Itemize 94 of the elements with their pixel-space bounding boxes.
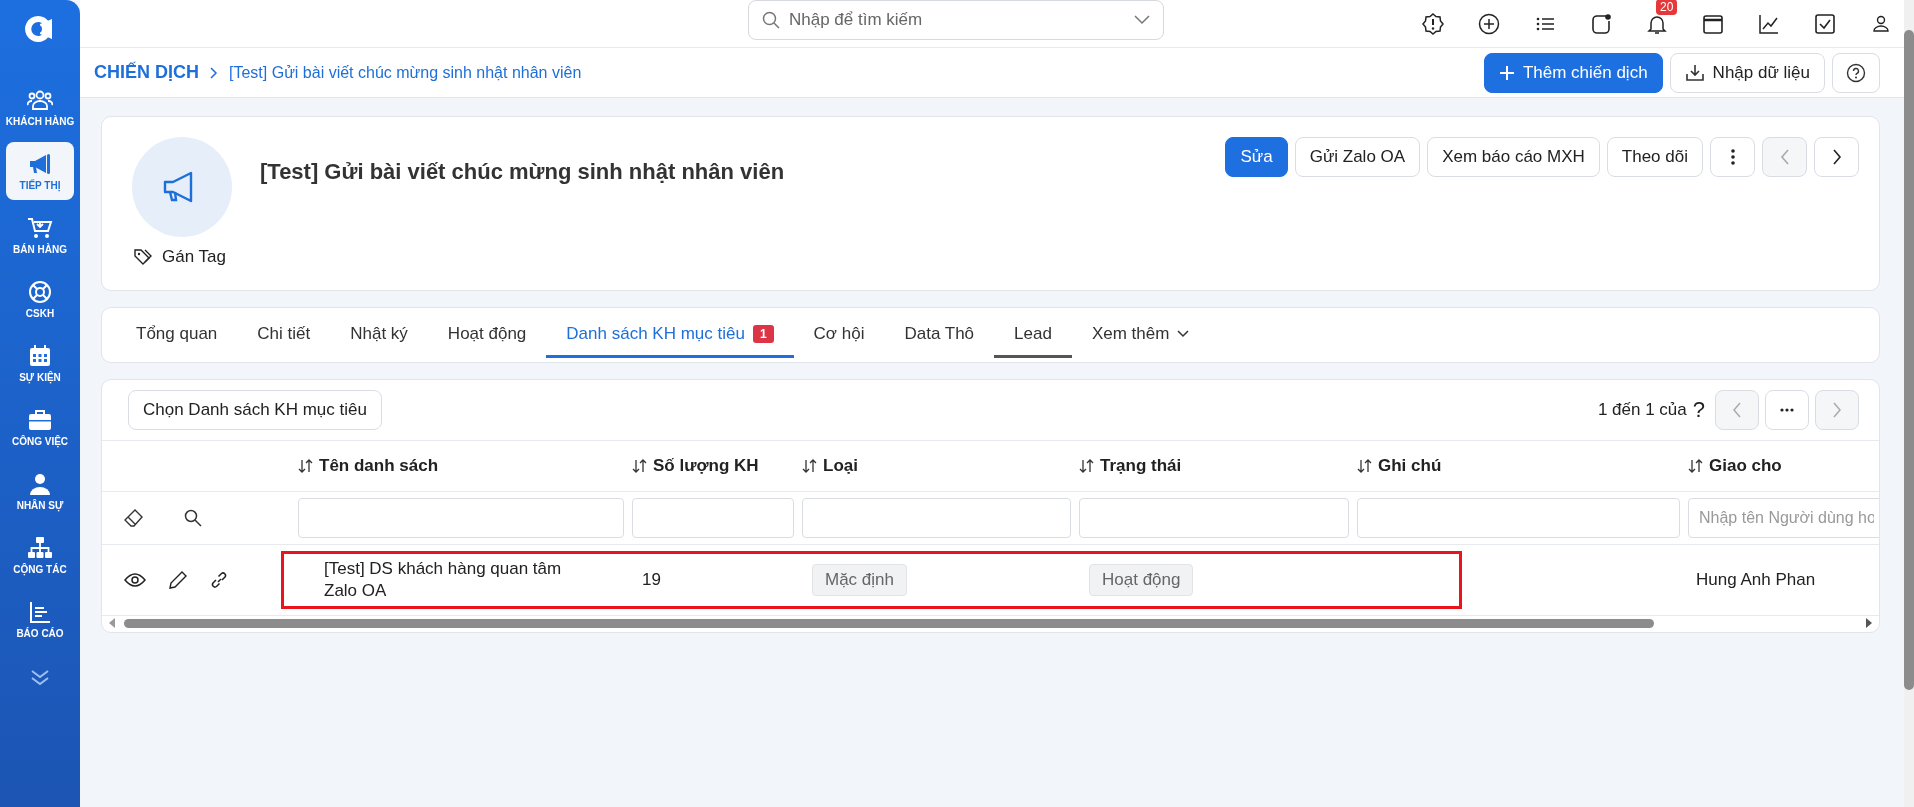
column-header: Tên danh sách bbox=[319, 456, 439, 476]
search-field[interactable]: Nhập để tìm kiếm bbox=[748, 0, 1164, 40]
sort-icon[interactable] bbox=[632, 458, 648, 474]
breadcrumb-link[interactable]: CHIẾN DỊCH bbox=[94, 62, 199, 83]
tab[interactable]: Danh sách KH mục tiêu 1 bbox=[546, 312, 794, 358]
table-cell-text: Hung Anh Phan bbox=[1695, 570, 1816, 590]
chevron-right-icon bbox=[1832, 402, 1842, 418]
campaign-title: [Test] Gửi bài viết chúc mừng sinh nhật nhân viên bbox=[260, 159, 785, 186]
total-count: ? bbox=[1692, 397, 1705, 423]
calendar-icon bbox=[27, 343, 53, 368]
tab[interactable]: Nhật ký bbox=[330, 312, 428, 358]
org-chart-icon bbox=[27, 535, 53, 560]
breadcrumb-current[interactable]: [Test] Gửi bài viết chúc mừng sinh nhật nhân viên bbox=[229, 63, 582, 82]
eraser-icon[interactable] bbox=[124, 508, 144, 528]
filter-field[interactable] bbox=[298, 498, 624, 538]
help-button[interactable] bbox=[1832, 52, 1880, 93]
sort-icon[interactable] bbox=[1357, 458, 1373, 474]
tab[interactable]: Lead bbox=[994, 312, 1072, 358]
chevron-right-icon bbox=[1831, 149, 1842, 165]
table-cell-text: [Test] DS khách hàng quan tâm Zalo OA bbox=[323, 557, 563, 602]
megaphone-icon bbox=[27, 151, 53, 176]
tab[interactable]: Cơ hội bbox=[793, 312, 885, 358]
sidebar-item[interactable]: KHÁCH HÀNG bbox=[6, 78, 74, 136]
page-range: 1 đến 1 của bbox=[1597, 400, 1687, 420]
count-badge: 1 bbox=[752, 324, 774, 343]
calendar-icon[interactable] bbox=[1702, 12, 1724, 35]
sidebar-item[interactable]: NHÂN SỰ bbox=[6, 462, 74, 520]
import-button[interactable]: Nhập dữ liệu bbox=[1669, 52, 1825, 93]
notification-badge: 20 bbox=[1656, 0, 1678, 15]
chevron-right-icon bbox=[209, 66, 219, 79]
alert-icon[interactable] bbox=[1422, 12, 1444, 35]
sidebar-item[interactable]: BÁO CÁO bbox=[6, 590, 74, 648]
tag-icon bbox=[134, 248, 152, 266]
lifebuoy-icon bbox=[27, 279, 53, 304]
kebab-icon bbox=[1730, 149, 1735, 165]
sidebar-item[interactable]: SỰ KIỆN bbox=[6, 334, 74, 392]
filter-field[interactable] bbox=[1357, 498, 1680, 538]
table-cell-text: 19 bbox=[641, 570, 661, 590]
filter-field[interactable] bbox=[802, 498, 1071, 538]
column-header: Trạng thái bbox=[1100, 456, 1182, 476]
tab[interactable]: Chi tiết bbox=[237, 312, 331, 358]
add-icon[interactable] bbox=[1478, 12, 1500, 35]
link-icon[interactable] bbox=[210, 571, 228, 589]
chevron-down-icon bbox=[1134, 14, 1150, 25]
pencil-icon[interactable] bbox=[168, 570, 188, 590]
sidebar-item[interactable]: BÁN HÀNG bbox=[6, 206, 74, 264]
sort-icon[interactable] bbox=[1688, 458, 1704, 474]
bar-chart-icon bbox=[27, 599, 53, 624]
download-icon bbox=[1684, 63, 1705, 82]
plus-icon bbox=[1498, 64, 1515, 81]
scroll-right-icon[interactable] bbox=[1865, 618, 1873, 628]
cart-icon bbox=[27, 215, 53, 240]
eye-icon[interactable] bbox=[124, 572, 146, 588]
filter-field[interactable] bbox=[1079, 498, 1349, 538]
sidebar-item[interactable]: CÔNG VIỆC bbox=[6, 398, 74, 456]
column-header: Ghi chú bbox=[1378, 456, 1442, 476]
chevron-left-icon bbox=[1779, 149, 1790, 165]
sidebar-item[interactable]: CSKH bbox=[6, 270, 74, 328]
column-header: Giao cho bbox=[1709, 456, 1782, 476]
tab[interactable]: Data Thô bbox=[884, 312, 995, 358]
sidebar-item[interactable]: CỘNG TÁC bbox=[6, 526, 74, 584]
chevron-left-icon bbox=[1732, 402, 1742, 418]
more-tab[interactable]: Xem thêm bbox=[1071, 312, 1210, 358]
help-icon bbox=[1846, 62, 1866, 83]
filter-field[interactable] bbox=[632, 498, 794, 538]
column-header: Số lượng KH bbox=[653, 456, 759, 476]
action-button[interactable]: Gửi Zalo OA bbox=[1294, 137, 1421, 177]
search-icon bbox=[762, 10, 780, 29]
action-button[interactable]: Sửa bbox=[1225, 137, 1288, 177]
type-tag: Mặc định bbox=[812, 564, 907, 596]
scroll-left-icon[interactable] bbox=[108, 618, 116, 628]
vertical-scrollbar[interactable] bbox=[1904, 0, 1914, 807]
sort-icon[interactable] bbox=[1079, 458, 1095, 474]
status-tag: Hoạt động bbox=[1089, 564, 1194, 596]
tab[interactable]: Tổng quan bbox=[116, 312, 238, 358]
action-button[interactable]: Theo dõi bbox=[1606, 137, 1703, 177]
chat-icon[interactable] bbox=[1590, 12, 1612, 35]
sidebar-item[interactable]: TIẾP THỊ bbox=[6, 142, 74, 200]
tab[interactable]: Hoạt động bbox=[427, 312, 547, 358]
double-chevron-icon[interactable] bbox=[29, 668, 51, 686]
person-icon bbox=[27, 471, 53, 496]
chevron-down-icon bbox=[1177, 329, 1190, 338]
briefcase-icon bbox=[27, 407, 53, 432]
action-button[interactable]: Xem báo cáo MXH bbox=[1427, 137, 1600, 177]
sort-icon[interactable] bbox=[802, 458, 818, 474]
checkbox-icon[interactable] bbox=[1814, 12, 1836, 35]
add-campaign-button[interactable]: Thêm chiến dịch bbox=[1483, 52, 1663, 93]
sort-icon[interactable] bbox=[298, 458, 314, 474]
ellipsis-icon bbox=[1780, 408, 1794, 412]
search-icon[interactable] bbox=[184, 509, 202, 527]
line-chart-icon[interactable] bbox=[1758, 12, 1780, 35]
choose-list-button[interactable]: Chọn Danh sách KH mục tiêu bbox=[128, 390, 382, 430]
column-header: Loại bbox=[823, 456, 858, 476]
assign-tag-link[interactable]: Gán Tag bbox=[134, 247, 226, 267]
